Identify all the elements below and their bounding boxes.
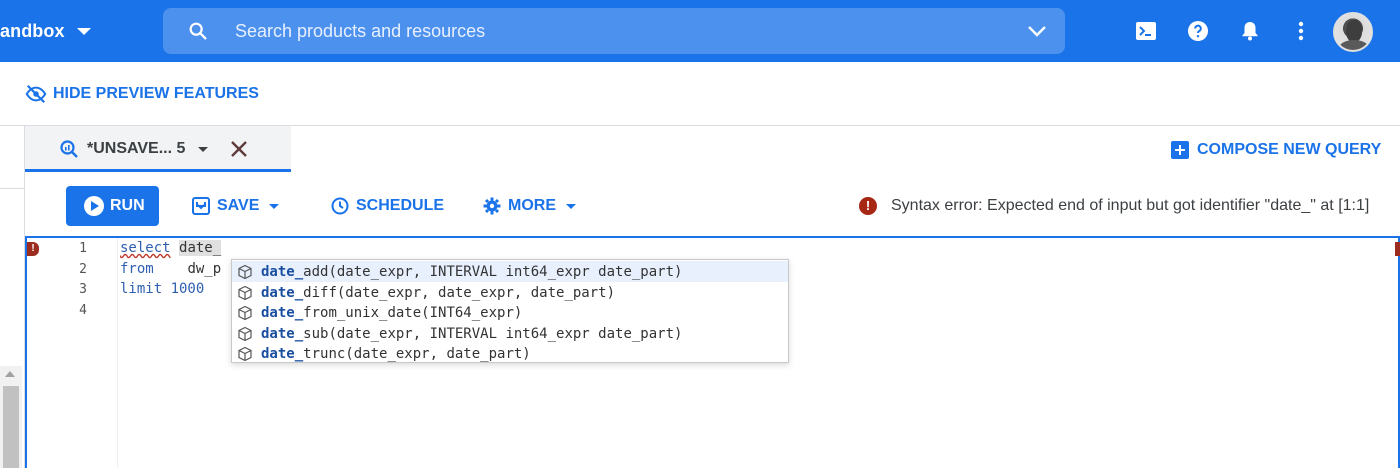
more-menu-caret-icon: [566, 203, 576, 209]
autocomplete-match: date_: [261, 304, 304, 321]
tab-menu-caret-icon[interactable]: [198, 147, 208, 152]
caret-down-icon: [76, 27, 91, 35]
autocomplete-signature: add(date_expr, INTERVAL int64_expr date_…: [303, 263, 683, 280]
autocomplete-dropdown: date_ add(date_expr, INTERVAL int64_expr …: [231, 259, 789, 363]
divider: [0, 188, 25, 189]
editor-gutter: ! 1 2 3 4: [27, 238, 118, 468]
line-number: 4: [79, 303, 87, 318]
table-identifier: dw_p: [187, 261, 222, 277]
autocomplete-item[interactable]: date_ add(date_expr, INTERVAL int64_expr …: [232, 261, 788, 282]
code-line-1[interactable]: select date_: [120, 240, 222, 256]
hide-preview-features-button[interactable]: HIDE PREVIEW FEATURES: [25, 82, 259, 106]
query-tab[interactable]: *UNSAVE... 5: [25, 126, 291, 172]
search-input[interactable]: Search products and resources: [235, 21, 485, 42]
hide-preview-features-label: HIDE PREVIEW FEATURES: [53, 85, 259, 102]
scrollbar-thumb[interactable]: [3, 386, 19, 468]
line-number: 1: [79, 241, 87, 256]
autocomplete-signature: diff(date_expr, date_expr, date_part): [303, 284, 616, 301]
autocomplete-item[interactable]: date_ diff(date_expr, date_expr, date_par…: [232, 282, 788, 303]
tab-label: *UNSAVE... 5: [87, 140, 186, 157]
compose-new-query-label: COMPOSE NEW QUERY: [1197, 141, 1382, 158]
function-cube-icon: [238, 326, 252, 341]
notifications-bell-icon[interactable]: [1238, 19, 1262, 43]
more-label: MORE: [508, 197, 556, 214]
schedule-button[interactable]: SCHEDULE: [330, 194, 444, 218]
run-label: RUN: [110, 197, 145, 214]
autocomplete-signature: sub(date_expr, INTERVAL int64_expr date_…: [303, 325, 683, 342]
select-keyword: select: [120, 240, 171, 256]
avatar-face: [1346, 20, 1362, 42]
error-icon: !: [859, 197, 877, 215]
function-cube-icon: [238, 305, 252, 320]
play-circle-icon: [84, 196, 104, 216]
add-box-icon: [1171, 141, 1189, 159]
syntax-error-text: Syntax error: Expected end of input but …: [891, 197, 1370, 214]
save-label: SAVE: [217, 197, 260, 214]
visibility-off-icon: [25, 84, 47, 104]
help-icon[interactable]: [1186, 19, 1210, 43]
close-icon[interactable]: [230, 140, 248, 158]
avatar-shoulders: [1339, 40, 1369, 50]
search-icon: [189, 22, 207, 40]
query-toolbar: RUN SAVE SCHEDULE MORE ! Syntax error: E…: [25, 172, 1400, 236]
code-line-2[interactable]: from dw_p: [120, 261, 221, 277]
autocomplete-match: date_: [261, 345, 304, 362]
line-number: 3: [79, 282, 87, 297]
compose-new-query-button[interactable]: COMPOSE NEW QUERY: [1171, 140, 1381, 160]
line-error-marker-icon: !: [27, 242, 39, 256]
query-icon: [60, 140, 78, 158]
scroll-up-arrow-icon[interactable]: [5, 371, 15, 377]
autocomplete-match: date_: [261, 325, 304, 342]
function-cube-icon: [238, 285, 252, 300]
chevron-down-icon[interactable]: [1027, 22, 1047, 40]
clock-icon: [331, 197, 349, 215]
autocomplete-signature: from_unix_date(INT64_expr): [303, 304, 523, 321]
line-number: 2: [79, 262, 87, 277]
search-bar[interactable]: Search products and resources: [163, 8, 1065, 54]
gear-icon: [483, 197, 501, 215]
save-menu-caret-icon: [269, 203, 280, 209]
syntax-error-message: ! Syntax error: Expected end of input bu…: [859, 194, 1369, 218]
from-keyword: from: [120, 261, 154, 277]
autocomplete-match: date_: [261, 284, 304, 301]
save-icon: [192, 197, 210, 215]
function-cube-icon: [238, 264, 252, 279]
avatar[interactable]: [1333, 12, 1373, 52]
limit-clause: limit 1000: [120, 281, 205, 297]
more-vert-icon[interactable]: [1289, 19, 1313, 43]
cloud-shell-icon[interactable]: [1134, 19, 1158, 43]
project-name: andbox: [0, 20, 65, 41]
autocomplete-match: date_: [261, 263, 304, 280]
left-scrollbar[interactable]: [0, 366, 22, 468]
autocomplete-item[interactable]: date_ from_unix_date(INT64_expr): [232, 302, 788, 323]
more-button[interactable]: MORE: [482, 194, 576, 218]
schedule-label: SCHEDULE: [356, 197, 445, 214]
code-line-3[interactable]: limit 1000: [120, 281, 204, 297]
autocomplete-signature: trunc(date_expr, date_part): [303, 345, 531, 362]
error-overview-marker: [1395, 242, 1400, 256]
autocomplete-item[interactable]: date_ trunc(date_expr, date_part): [232, 343, 788, 364]
current-token: date_: [179, 240, 222, 256]
top-app-bar: andbox Search products and resources: [0, 0, 1400, 62]
function-cube-icon: [238, 346, 252, 361]
save-button[interactable]: SAVE: [191, 194, 280, 218]
project-selector[interactable]: andbox: [0, 19, 91, 43]
autocomplete-item[interactable]: date_ sub(date_expr, INTERVAL int64_expr …: [232, 323, 788, 344]
run-button[interactable]: RUN: [66, 186, 159, 226]
